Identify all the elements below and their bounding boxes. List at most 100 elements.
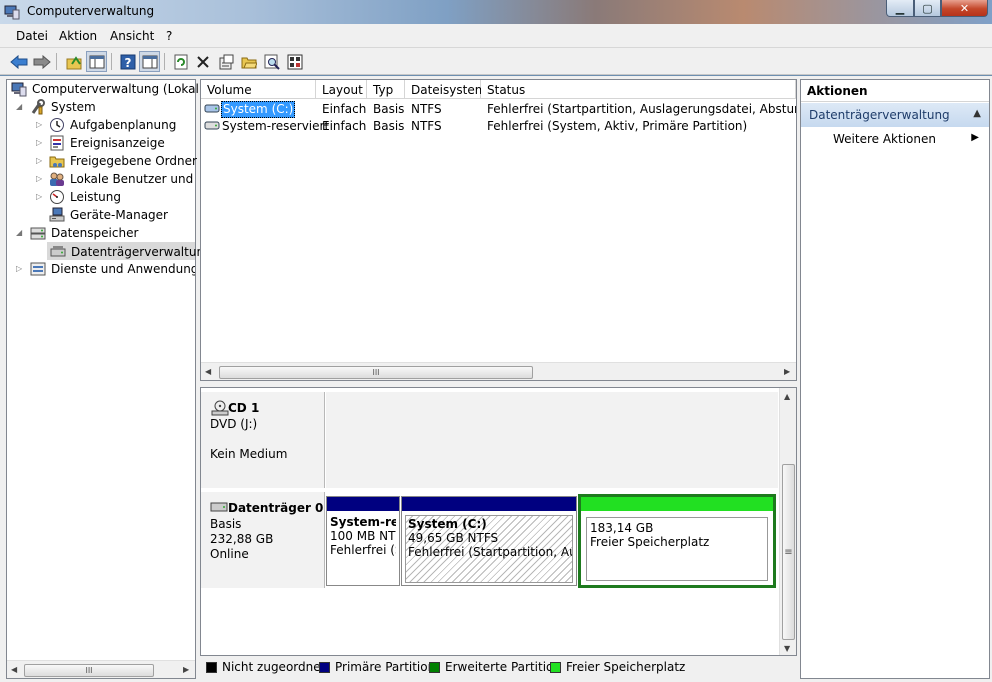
scrollbar-thumb[interactable]: III: [219, 366, 533, 379]
tree-item-disk-management[interactable]: Datenträgerverwaltung: [47, 242, 212, 260]
actions-pane: Aktionen Datenträgerverwaltung ▲ Weitere…: [800, 79, 990, 679]
actions-section-disk-management[interactable]: Datenträgerverwaltung ▲: [801, 103, 989, 127]
search-button[interactable]: [261, 51, 282, 72]
cd-media-status: Kein Medium: [210, 447, 288, 461]
disk0-label[interactable]: Datenträger 0 Basis 232,88 GB Online: [201, 492, 325, 588]
tree-item-shared-folders[interactable]: ▷ Freigegebene Ordner: [7, 152, 197, 170]
cd-disk-label[interactable]: CD 1 DVD (J:) Kein Medium: [201, 392, 325, 488]
menu-bar: Datei Aktion Ansicht ?: [0, 24, 992, 48]
column-header-status[interactable]: Status: [481, 80, 796, 99]
forward-arrow-icon: [33, 54, 51, 69]
column-header-layout[interactable]: Layout: [316, 80, 367, 99]
partition-system-reserved[interactable]: System-re 100 MB NT Fehlerfrei (S: [326, 496, 400, 586]
toolbar-separator: [111, 53, 112, 70]
tree-item-label: Freigegebene Ordner: [70, 154, 197, 168]
volume-list-horizontal-scrollbar[interactable]: ◀ III ▶: [201, 362, 796, 380]
partition-free-space[interactable]: 183,14 GB Freier Speicherplatz: [578, 494, 776, 588]
tree-item-services[interactable]: ▷ Dienste und Anwendungen: [7, 260, 195, 278]
expand-arrow-icon[interactable]: ▷: [36, 138, 45, 147]
shared-folder-icon: [49, 153, 65, 169]
show-action-pane-button[interactable]: [139, 51, 160, 72]
tree-item-storage[interactable]: ◢ Datenspeicher: [7, 224, 195, 242]
tree-item-performance[interactable]: ▷ Leistung: [7, 188, 195, 206]
scrollbar-thumb[interactable]: III: [24, 664, 154, 677]
actions-header: Aktionen: [801, 80, 989, 102]
tree-item-label: Aufgabenplanung: [70, 118, 177, 132]
tree-item-label: Datenspeicher: [51, 226, 139, 240]
cd-volume-area[interactable]: [326, 392, 778, 488]
legend-label: Primäre Partition: [335, 660, 436, 674]
properties-button[interactable]: [215, 51, 236, 72]
partition-system-c[interactable]: System (C:) 49,65 GB NTFS Fehlerfrei (St…: [401, 496, 577, 586]
up-folder-button[interactable]: [63, 51, 84, 72]
partition-name: System-re: [330, 515, 396, 529]
minimize-button[interactable]: ▁: [886, 0, 914, 17]
scroll-down-icon[interactable]: ▼: [784, 644, 790, 653]
collapse-arrow-icon[interactable]: ◢: [16, 102, 25, 111]
expand-arrow-icon[interactable]: ▷: [36, 120, 45, 129]
expand-arrow-icon[interactable]: ▷: [36, 156, 45, 165]
column-header-volume[interactable]: Volume: [201, 80, 316, 99]
scroll-right-icon[interactable]: ▶: [784, 367, 790, 376]
disk0-size: 232,88 GB: [210, 532, 274, 546]
disk0-type: Basis: [210, 517, 242, 531]
menu-help[interactable]: ?: [166, 29, 172, 43]
legend: Nicht zugeordnet Primäre Partition Erwei…: [200, 656, 797, 678]
expand-arrow-icon[interactable]: ▷: [36, 174, 45, 183]
delete-icon: [196, 55, 209, 68]
scroll-left-icon[interactable]: ◀: [205, 367, 211, 376]
menu-view[interactable]: Ansicht: [110, 29, 154, 43]
partition-status: Fehlerfrei (Startpartition, Ausla: [408, 545, 572, 559]
maximize-icon: ▢: [922, 1, 933, 15]
column-header-type[interactable]: Typ: [367, 80, 405, 99]
disk-management-icon: [50, 244, 66, 260]
toolbar-separator: [164, 53, 165, 70]
collapse-up-icon[interactable]: ▲: [973, 108, 981, 119]
tree-item-task-scheduler[interactable]: ▷ Aufgabenplanung: [7, 116, 195, 134]
column-header-filesystem[interactable]: Dateisystem: [405, 80, 486, 99]
scroll-right-icon[interactable]: ▶: [183, 665, 189, 674]
help-button[interactable]: ?: [117, 51, 138, 72]
filesystem-cell: NTFS: [411, 119, 442, 133]
collapse-arrow-icon[interactable]: ◢: [16, 228, 25, 237]
table-row[interactable]: System-reserviert Einfach Basis NTFS Feh…: [201, 117, 796, 134]
expand-arrow-icon[interactable]: ▷: [36, 192, 45, 201]
expand-arrow-icon[interactable]: ▷: [16, 264, 25, 273]
menu-file[interactable]: Datei: [16, 29, 48, 43]
tree-item-system[interactable]: ◢ System: [7, 98, 195, 116]
partition-size: 49,65 GB NTFS: [408, 531, 499, 545]
tree-horizontal-scrollbar[interactable]: ◀ III ▶: [7, 660, 195, 678]
storage-icon: [30, 225, 46, 241]
refresh-icon: [174, 54, 187, 69]
legend-swatch-unallocated: [206, 662, 217, 673]
event-viewer-icon: [49, 135, 65, 151]
show-console-tree-button[interactable]: [86, 51, 107, 72]
disk-vertical-scrollbar[interactable]: ▲ ≡ ▼: [779, 388, 796, 655]
scroll-up-icon[interactable]: ▲: [784, 392, 790, 401]
open-button[interactable]: [238, 51, 259, 72]
scrollbar-thumb[interactable]: ≡: [782, 464, 795, 640]
primary-partition-bar: [402, 497, 576, 511]
forward-button[interactable]: [31, 51, 52, 72]
export-list-button[interactable]: [284, 51, 305, 72]
tree-item-computer-management[interactable]: Computerverwaltung (Lokal): [7, 80, 204, 98]
legend-label: Erweiterte Partition: [445, 660, 561, 674]
back-button[interactable]: [8, 51, 29, 72]
tree-item-local-users[interactable]: ▷ Lokale Benutzer und Gr: [7, 170, 195, 188]
tree-item-event-viewer[interactable]: ▷ Ereignisanzeige: [7, 134, 195, 152]
close-button[interactable]: ✕: [941, 0, 988, 17]
scroll-left-icon[interactable]: ◀: [11, 665, 17, 674]
tree-item-label: Dienste und Anwendungen: [51, 262, 195, 276]
maximize-button[interactable]: ▢: [914, 0, 941, 17]
refresh-button[interactable]: [170, 51, 191, 72]
task-scheduler-icon: [49, 117, 65, 133]
table-row[interactable]: System (C:) Einfach Basis NTFS Fehlerfre…: [201, 100, 796, 118]
volume-name-cell: System (C:): [221, 101, 296, 118]
tree-item-device-manager[interactable]: Geräte-Manager: [7, 206, 195, 224]
menu-action[interactable]: Aktion: [59, 29, 97, 43]
delete-button[interactable]: [192, 51, 213, 72]
partition-size: 183,14 GB: [590, 521, 654, 535]
legend-label: Nicht zugeordnet: [222, 660, 326, 674]
tree-item-label: System: [51, 100, 96, 114]
more-actions-item[interactable]: Weitere Aktionen ▶: [801, 128, 989, 150]
